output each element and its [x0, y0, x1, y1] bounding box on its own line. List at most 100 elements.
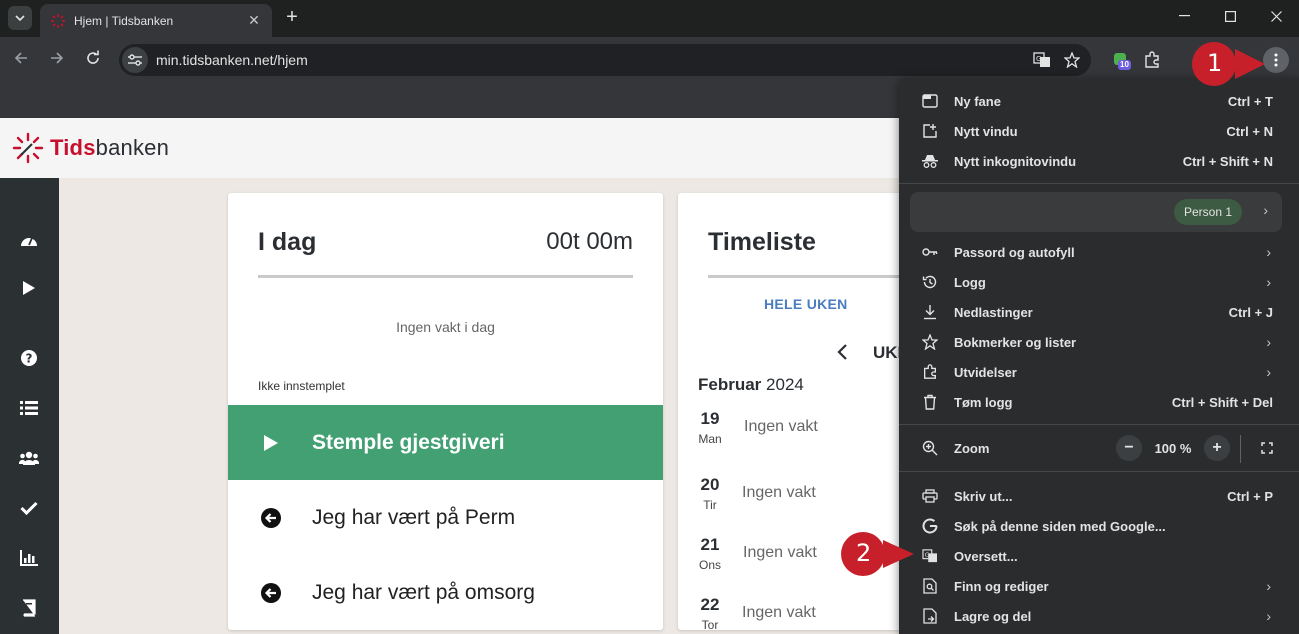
day-number: 22	[700, 595, 720, 614]
minimize-button[interactable]	[1161, 0, 1207, 32]
back-button[interactable]	[10, 49, 32, 71]
sidebar-item-docs[interactable]	[17, 596, 41, 620]
address-bar[interactable]: min.tidsbanken.net/hjem G	[119, 44, 1091, 76]
sidebar: ?	[0, 178, 59, 634]
menu-label: Utvidelser	[954, 364, 1017, 380]
menu-item-save-share[interactable]: Lagre og del ›	[899, 601, 1299, 631]
menu-label: Logg	[954, 274, 986, 290]
sidebar-item-reports[interactable]	[17, 546, 41, 570]
menu-label: Tøm logg	[954, 394, 1013, 410]
menu-item-search-google[interactable]: Søk på denne siden med Google...	[899, 511, 1299, 541]
menu-item-print[interactable]: Skriv ut... Ctrl + P	[899, 481, 1299, 511]
day-shift[interactable]: Ingen vakt	[744, 418, 818, 436]
day-shift[interactable]: Ingen vakt	[743, 544, 817, 562]
day-name: Tor	[701, 618, 719, 630]
menu-item-incognito[interactable]: Nytt inkognitovindu Ctrl + Shift + N	[899, 146, 1299, 176]
menu-profile-row[interactable]: Person 1 ›	[910, 192, 1282, 232]
chevron-right-icon: ›	[1266, 274, 1271, 290]
sidebar-item-users[interactable]	[17, 446, 41, 470]
menu-divider	[899, 424, 1299, 425]
menu-item-extensions[interactable]: Utvidelser ›	[899, 357, 1299, 387]
sidebar-item-approve[interactable]	[17, 496, 41, 520]
reload-button[interactable]	[82, 49, 104, 71]
puzzle-icon	[922, 364, 938, 380]
dashboard-icon	[21, 237, 37, 246]
menu-item-downloads[interactable]: Nedlastinger Ctrl + J	[899, 297, 1299, 327]
menu-item-bookmarks[interactable]: Bokmerker og lister ›	[899, 327, 1299, 357]
reload-icon	[87, 50, 99, 64]
users-icon	[19, 451, 39, 465]
tune-icon	[128, 54, 142, 66]
new-tab-button[interactable]: +	[282, 7, 302, 27]
key-icon	[922, 244, 938, 260]
absence-perm-label: Jeg har vært på Perm	[312, 505, 516, 529]
day-shift[interactable]: Ingen vakt	[742, 484, 816, 502]
download-icon	[922, 304, 938, 320]
extensions-menu-button[interactable]	[1141, 49, 1163, 71]
sidebar-item-help[interactable]: ?	[17, 346, 41, 370]
callout-number: 1	[1207, 49, 1223, 77]
translate-page-button[interactable]: G	[1027, 48, 1057, 72]
google-icon	[922, 518, 938, 534]
translate-icon: G	[922, 548, 938, 564]
logo-mark-icon	[12, 132, 44, 164]
fullscreen-button[interactable]	[1254, 435, 1280, 461]
menu-divider	[899, 471, 1299, 472]
incognito-icon	[922, 153, 938, 169]
svg-text:?: ?	[26, 352, 33, 366]
close-window-button[interactable]	[1253, 0, 1299, 32]
tab-whole-week[interactable]: HELE UKEN	[764, 296, 848, 312]
sidebar-item-dashboard[interactable]	[17, 228, 41, 252]
stamp-in-button[interactable]: Stemple gjestgiveri	[228, 405, 663, 480]
sidebar-item-stamp[interactable]	[17, 276, 41, 300]
browser-tab[interactable]: Hjem | Tidsbanken ✕	[40, 4, 272, 37]
url-text[interactable]: min.tidsbanken.net/hjem	[156, 52, 1027, 68]
zoom-out-button[interactable]: −	[1116, 435, 1142, 461]
menu-label: Nytt inkognitovindu	[954, 153, 1077, 169]
tab-search-button[interactable]	[8, 6, 32, 30]
bookmark-star-button[interactable]	[1057, 48, 1087, 72]
tidsbanken-logo[interactable]: Tidsbanken	[12, 132, 169, 164]
divider	[258, 275, 633, 278]
absence-perm-button[interactable]: Jeg har vært på Perm	[228, 480, 663, 555]
new-tab-icon	[922, 93, 938, 109]
save-share-icon	[922, 608, 938, 624]
chevron-right-icon: ›	[1266, 244, 1271, 260]
prev-week-button[interactable]	[836, 343, 852, 363]
maximize-button[interactable]	[1207, 0, 1253, 32]
svg-text:G: G	[1036, 55, 1041, 63]
menu-item-passwords[interactable]: Passord og autofyll ›	[899, 237, 1299, 267]
chevron-down-icon	[15, 15, 25, 21]
menu-shortcut: Ctrl + T	[1227, 93, 1273, 109]
menu-label: Ny fane	[954, 93, 1001, 109]
sidebar-item-list[interactable]	[17, 396, 41, 420]
menu-item-translate[interactable]: G Oversett...	[899, 541, 1299, 571]
zoom-in-button[interactable]: +	[1204, 435, 1230, 461]
chart-icon	[20, 550, 38, 566]
day-shift[interactable]: Ingen vakt	[742, 604, 816, 622]
absence-care-button[interactable]: Jeg har vært på omsorg	[228, 555, 663, 630]
menu-item-find-edit[interactable]: Finn og rediger ›	[899, 571, 1299, 601]
fullscreen-icon	[1261, 442, 1273, 454]
month-label: Februar 2024	[698, 375, 804, 395]
list-icon	[20, 401, 38, 415]
menu-item-new-window[interactable]: Nytt vindu Ctrl + N	[899, 116, 1299, 146]
logo-text-tids: Tids	[50, 135, 96, 160]
more-vert-icon	[1274, 53, 1278, 67]
menu-item-history[interactable]: Logg ›	[899, 267, 1299, 297]
print-icon	[922, 488, 938, 504]
callout-marker-1	[1192, 42, 1265, 86]
minimize-icon	[1178, 15, 1190, 17]
arrow-left-icon	[14, 52, 27, 64]
menu-label: Nytt vindu	[954, 123, 1018, 139]
svg-text:G: G	[925, 552, 930, 559]
tab-close-icon[interactable]: ✕	[246, 12, 262, 29]
menu-shortcut: Ctrl + N	[1226, 123, 1273, 139]
forward-button[interactable]	[46, 49, 68, 71]
menu-item-clear-history[interactable]: Tøm logg Ctrl + Shift + Del	[899, 387, 1299, 417]
extension-button[interactable]: 10	[1110, 49, 1132, 71]
today-hours: 00t 00m	[546, 228, 633, 255]
profile-chip: Person 1	[1173, 199, 1242, 225]
chevron-right-icon: ›	[1266, 608, 1271, 624]
site-info-button[interactable]	[122, 47, 148, 73]
